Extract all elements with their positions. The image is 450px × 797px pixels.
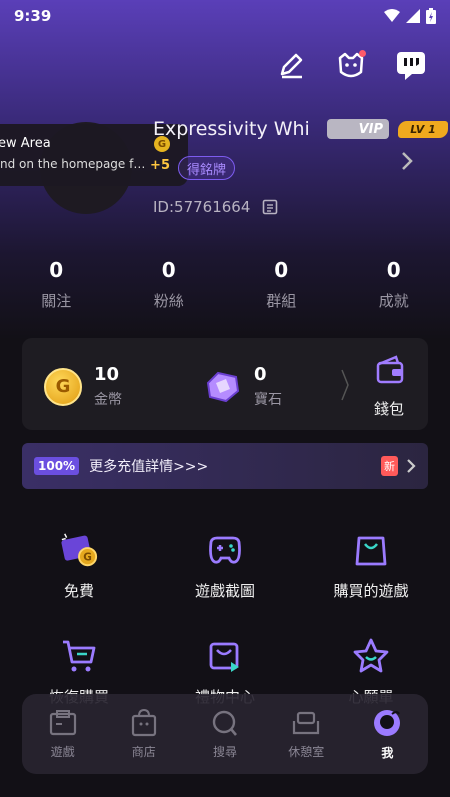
pencil-icon	[280, 53, 303, 79]
username: Expressivity Whi	[153, 118, 310, 140]
signal-icon	[406, 9, 420, 23]
level-badge: LV 1	[398, 121, 448, 138]
toast-message: nd on the homepage for t...	[0, 157, 146, 171]
nav-me[interactable]: 我	[347, 694, 428, 774]
stat-achievements[interactable]: 0 成就	[338, 258, 450, 311]
nav-search[interactable]: 搜尋	[184, 694, 265, 774]
gold-coin-icon: G	[44, 367, 82, 406]
gems-label: 寶石	[254, 392, 282, 408]
purchased-games-item[interactable]: 購買的遊戲	[296, 530, 446, 601]
gamepad-icon	[209, 536, 241, 564]
promo-badge: 100%	[34, 457, 80, 475]
cart-icon	[63, 640, 96, 672]
status-bar: 9:39	[0, 0, 450, 32]
wallet-label[interactable]: 錢包	[374, 398, 404, 419]
user-id-row: ID:57761664	[153, 198, 278, 216]
gems-value: 0	[254, 364, 267, 385]
battery-icon	[426, 8, 436, 24]
stats-row: 0 關注 0 粉絲 0 群組 0 成就	[0, 258, 450, 311]
chevron-right-icon	[407, 459, 416, 473]
gift-center-icon	[209, 642, 239, 672]
nav-lounge[interactable]: 休憩室	[266, 694, 347, 774]
store-icon	[131, 708, 156, 736]
toast-reward: +5	[150, 158, 170, 173]
nav-store[interactable]: 商店	[103, 694, 184, 774]
games-icon	[49, 709, 76, 735]
message-button[interactable]	[394, 48, 428, 82]
star-icon	[353, 638, 389, 673]
status-time: 9:39	[14, 7, 52, 25]
search-icon	[212, 710, 237, 736]
vip-badge[interactable]: VIP	[327, 119, 389, 139]
stat-fans[interactable]: 0 粉絲	[113, 258, 226, 311]
wallet-icon[interactable]	[374, 354, 406, 386]
notification-dot	[359, 50, 366, 57]
promo-text: 更多充值詳情>>>	[89, 459, 209, 475]
free-gift-icon: G	[61, 533, 98, 567]
copy-icon[interactable]	[262, 199, 278, 215]
stat-groups[interactable]: 0 群組	[225, 258, 338, 311]
chevron-right-icon	[340, 368, 350, 409]
game-screenshot-item[interactable]: 遊戲截圖	[150, 530, 300, 601]
free-item[interactable]: G 免費	[4, 530, 154, 601]
medal-button[interactable]: 得銘牌	[178, 156, 236, 180]
gems-item[interactable]: 0 寶石	[202, 364, 282, 409]
coins-item[interactable]: G 10 金幣	[44, 364, 122, 409]
lounge-icon	[293, 711, 320, 734]
chevron-right-icon[interactable]	[400, 150, 414, 178]
gem-icon	[206, 371, 240, 402]
coins-label: 金幣	[94, 392, 122, 408]
stat-following[interactable]: 0 關注	[0, 258, 113, 311]
new-badge: 新	[381, 456, 398, 476]
wifi-icon	[384, 9, 400, 22]
edit-profile-button[interactable]	[274, 48, 308, 82]
nav-games[interactable]: 遊戲	[22, 694, 103, 774]
mascot-button[interactable]	[334, 48, 368, 82]
me-icon	[374, 709, 401, 736]
chat-icon	[397, 52, 425, 80]
shopping-bag-icon	[355, 536, 387, 566]
svg-text:G: G	[83, 551, 92, 563]
bottom-navigation: 遊戲 商店 搜尋 休憩室 我	[22, 694, 428, 774]
wallet-card: G 10 金幣 0 寶石 錢包	[22, 338, 428, 430]
user-id: ID:57761664	[153, 198, 251, 216]
coins-value: 10	[94, 364, 120, 385]
recharge-promo-banner[interactable]: 100% 更多充值詳情>>> 新	[22, 443, 428, 489]
